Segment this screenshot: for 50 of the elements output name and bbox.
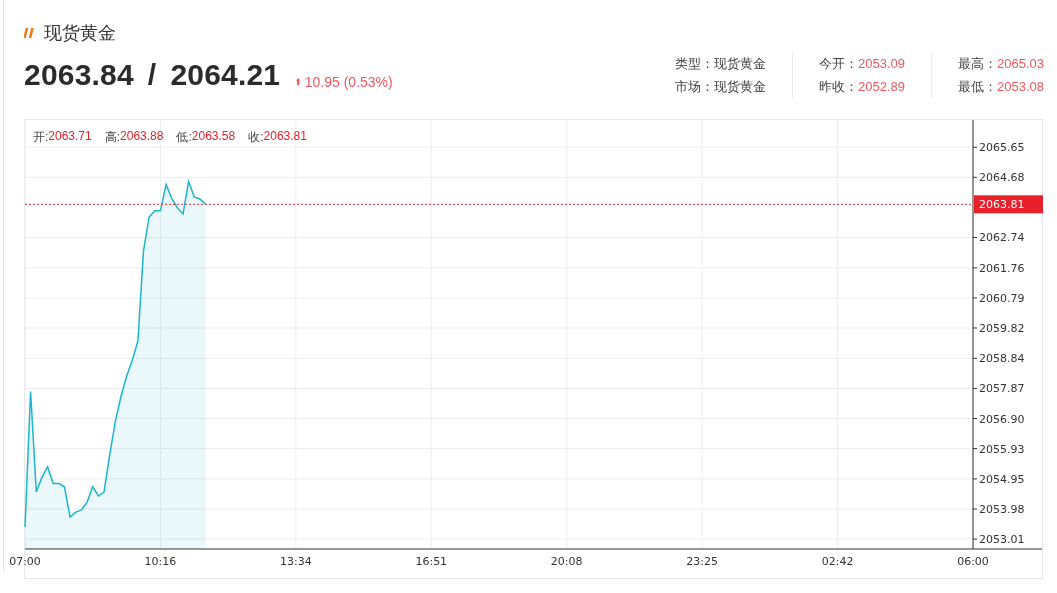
page-title: 现货黄金 [44, 22, 116, 45]
y-tick-label: 2055.93 [979, 442, 1025, 456]
y-tick-label: 2053.98 [979, 503, 1025, 516]
up-arrow-icon: ⬆ [294, 77, 302, 87]
stat-value: 2053.09 [858, 55, 905, 73]
ohlc-label: 收: [248, 129, 264, 146]
y-tick-label: 2054.95 [979, 472, 1025, 486]
y-tick-label: 2065.65 [979, 141, 1025, 155]
y-tick-label: 2057.87 [979, 382, 1025, 396]
double-slash-icon [24, 27, 36, 39]
ohlc-label: 高: [104, 129, 121, 146]
x-tick-label: 02:42 [821, 555, 854, 568]
stat-value: 2053.08 [997, 78, 1044, 96]
ohlc-value: 2063.81 [263, 129, 307, 145]
x-tick-label: 16:51 [415, 555, 448, 568]
y-tick-label: 2058.84 [979, 352, 1025, 366]
y-tick-label: 2059.82 [979, 322, 1025, 335]
ohlc-value: 2063.88 [120, 129, 164, 145]
price-change: 10.95 (0.53%) [304, 74, 393, 90]
y-tick-label: 2061.76 [979, 261, 1025, 275]
x-tick-label: 06:00 [957, 555, 989, 568]
x-tick-label: 10:16 [144, 555, 177, 568]
x-tick-label: 20:08 [550, 555, 583, 568]
ohlc-label: 低: [176, 129, 192, 146]
ref-line-label: 2063.81 [979, 198, 1025, 212]
stat-label: 类型： [675, 55, 714, 73]
stat-value: 2065.03 [997, 55, 1044, 73]
stat-value: 现货黄金 [714, 78, 766, 96]
x-tick-label: 07:00 [9, 555, 41, 568]
x-tick-label: 13:34 [280, 555, 312, 568]
stat-value: 现货黄金 [714, 55, 766, 73]
y-tick-label: 2060.79 [979, 291, 1025, 305]
ohlc-label: 开: [33, 129, 49, 146]
ask-price: 2064.21 [170, 58, 281, 92]
y-tick-label: 2062.74 [979, 231, 1025, 245]
price-separator: / [147, 58, 157, 92]
ohlc-value: 2063.58 [191, 129, 236, 145]
last-price-tag: 2063.81 [974, 195, 1043, 214]
y-tick-label: 2053.01 [979, 533, 1025, 547]
y-tick-label: 2056.90 [979, 412, 1025, 426]
stat-label: 今开： [819, 55, 858, 73]
stat-label: 最高： [958, 55, 997, 73]
y-tick-label: 2064.68 [979, 171, 1025, 185]
stat-label: 昨收： [819, 78, 858, 96]
stat-label: 最低： [958, 78, 997, 96]
ohlc-value: 2063.71 [48, 129, 92, 145]
stat-value: 2052.89 [858, 78, 905, 96]
x-tick-label: 23:25 [686, 555, 718, 568]
bid-price: 2063.84 [24, 58, 134, 92]
stat-label: 市场： [675, 78, 714, 96]
